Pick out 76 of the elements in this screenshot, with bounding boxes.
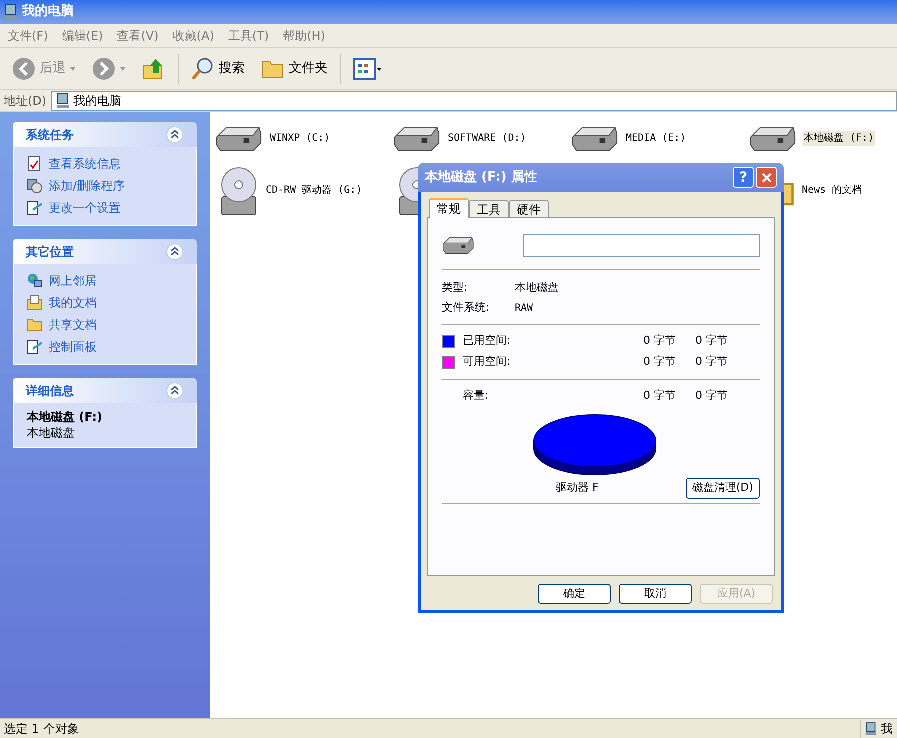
type-label: 类型: <box>442 280 469 296</box>
computer-icon <box>865 722 877 736</box>
task-link[interactable]: 添加/删除程序 <box>27 177 183 195</box>
dialog-tab[interactable]: 常规 <box>429 198 469 218</box>
menu-item[interactable]: 收藏(A) <box>172 26 214 44</box>
space-size: 0 字节 <box>694 354 728 370</box>
close-button[interactable] <box>756 167 777 188</box>
task-link[interactable]: 查看系统信息 <box>27 155 183 173</box>
document-check-icon <box>27 156 43 172</box>
cd-drive-icon <box>397 164 418 217</box>
search-icon <box>191 56 215 80</box>
task-link[interactable]: 网上邻居 <box>27 272 183 290</box>
views-grid-icon <box>353 58 383 80</box>
collapse-chevron-icon[interactable] <box>166 382 184 400</box>
hard-drive-icon <box>442 235 475 256</box>
filesystem-label: 文件系统: <box>442 300 491 316</box>
capacity-bytes: 0 字节 <box>642 388 676 404</box>
search-button[interactable]: 搜索 <box>187 56 249 80</box>
panel-title: 其它位置 <box>26 244 74 260</box>
capacity-size: 0 字节 <box>694 388 728 404</box>
disk-cleanup-button[interactable]: 磁盘清理(D) <box>686 478 760 499</box>
cd-box-icon <box>27 178 43 194</box>
type-value: 本地磁盘 <box>515 280 559 296</box>
folder-document-icon <box>27 295 43 311</box>
detail-type: 本地磁盘 <box>27 427 76 439</box>
drive-name: 驱动器 F <box>556 480 600 496</box>
panel-title: 系统任务 <box>26 126 74 144</box>
cd-drive-icon <box>219 164 259 217</box>
dialog-button[interactable]: 确定 <box>538 584 611 604</box>
drive-label[interactable]: SOFTWARE (D:) <box>447 130 528 146</box>
drive-label[interactable]: 本地磁盘 (F:) <box>803 130 876 146</box>
detail-name: 本地磁盘 (F:) <box>27 411 104 423</box>
name-field[interactable] <box>522 234 760 257</box>
capacity-label: 容量: <box>463 388 490 404</box>
dialog-button[interactable]: 取消 <box>619 584 692 604</box>
collapse-chevron-icon[interactable] <box>166 242 184 260</box>
close-icon <box>760 172 772 184</box>
dialog-title: 本地磁盘 (F:) 属性 <box>424 168 538 187</box>
drive-label[interactable]: WINXP (C:) <box>269 130 332 146</box>
panel-title: 详细信息 <box>26 382 74 400</box>
menu-item[interactable]: 查看(V) <box>117 26 159 44</box>
drive-label[interactable]: CD-RW 驱动器 (G:) <box>265 183 364 198</box>
menu-item[interactable]: 文件(F) <box>8 26 48 44</box>
space-bytes: 0 字节 <box>642 333 676 350</box>
computer-icon <box>4 4 18 20</box>
computer-icon <box>56 92 70 108</box>
menu-item[interactable]: 帮助(H) <box>283 26 326 44</box>
task-link[interactable]: 控制面板 <box>27 338 183 356</box>
space-label: 已用空间: <box>463 333 512 350</box>
task-link[interactable]: 更改一个设置 <box>27 199 183 217</box>
status-location: 我 <box>881 720 893 738</box>
space-label: 可用空间: <box>463 354 512 370</box>
menu-item[interactable]: 编辑(E) <box>62 26 104 44</box>
collapse-chevron-icon[interactable] <box>166 126 184 144</box>
space-size: 0 字节 <box>694 333 728 350</box>
drive-label[interactable]: MEDIA (E:) <box>625 130 688 146</box>
dialog-tab[interactable]: 硬件 <box>509 200 549 217</box>
task-link[interactable]: 共享文档 <box>27 316 183 334</box>
dialog-tab[interactable]: 工具 <box>469 200 509 217</box>
address-field[interactable]: 我的电脑 <box>50 90 897 110</box>
dropdown-caret-icon <box>120 66 126 70</box>
menu-item[interactable]: 工具(T) <box>228 26 270 44</box>
space-bytes: 0 字节 <box>642 354 676 370</box>
control-panel-icon <box>27 339 43 355</box>
dropdown-caret-icon <box>70 66 76 70</box>
status-text: 选定 1 个对象 <box>4 720 80 738</box>
folders-button[interactable]: 文件夹 <box>257 56 332 80</box>
globe-computer-icon <box>27 273 43 289</box>
control-panel-icon <box>27 200 43 216</box>
drive-label[interactable]: News 的文档 <box>801 183 864 198</box>
help-button[interactable]: ? <box>733 167 754 188</box>
filesystem-value: RAW <box>515 302 534 316</box>
folder-icon <box>27 317 43 333</box>
task-link[interactable]: 我的文档 <box>27 294 183 312</box>
window-title: 我的电脑 <box>22 2 74 22</box>
address-label: 地址(D) <box>4 92 47 110</box>
